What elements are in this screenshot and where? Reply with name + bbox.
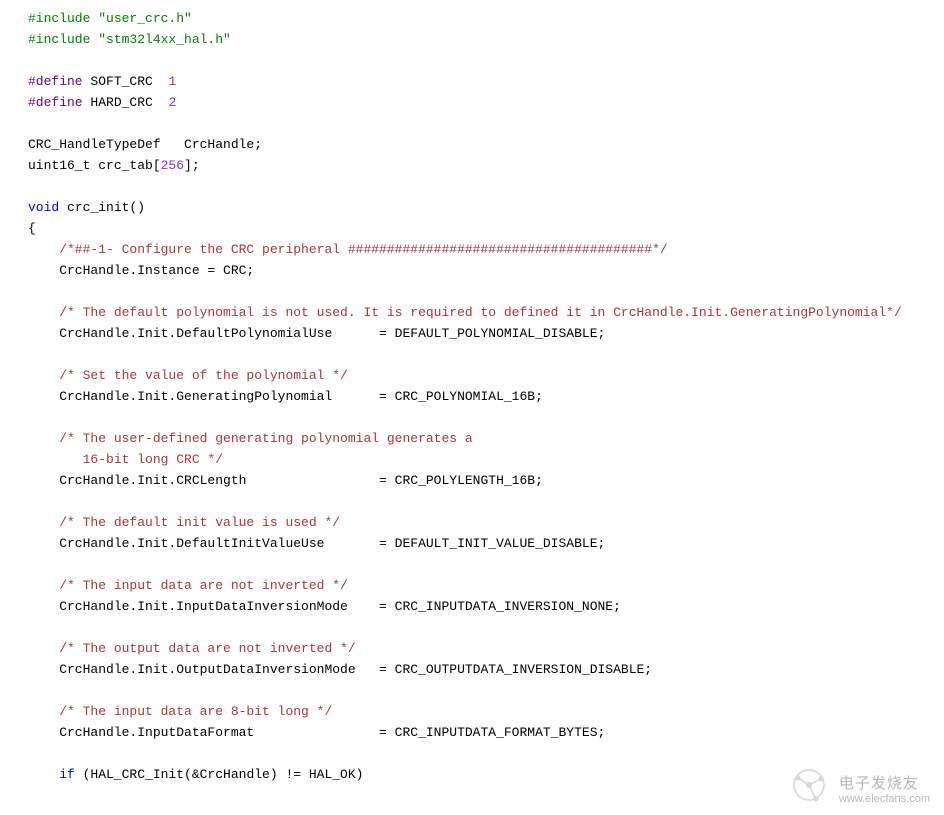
include-directive: #include	[28, 11, 98, 26]
statement: CrcHandle.Init.CRCLength = CRC_POLYLENGT…	[28, 473, 543, 488]
if-condition: (HAL_CRC_Init(&CrcHandle) != HAL_OK)	[75, 767, 364, 782]
watermark-title: 电子发烧友	[839, 776, 930, 793]
comment: /*##-1- Configure the CRC peripheral ###…	[28, 242, 668, 257]
declaration: uint16_t crc_tab[	[28, 158, 161, 173]
define-value: 1	[168, 74, 176, 89]
define-name: SOFT_CRC	[83, 74, 169, 89]
statement: CrcHandle.Init.OutputDataInversionMode =…	[28, 662, 652, 677]
comment: /* The default init value is used */	[28, 515, 340, 530]
declaration: CRC_HandleTypeDef CrcHandle;	[28, 137, 262, 152]
define-name: HARD_CRC	[83, 95, 169, 110]
function-signature: crc_init()	[59, 200, 145, 215]
statement: CrcHandle.Init.DefaultInitValueUse = DEF…	[28, 536, 605, 551]
comment: /* The input data are not inverted */	[28, 578, 348, 593]
include-header: "stm32l4xx_hal.h"	[98, 32, 231, 47]
comment: /* The output data are not inverted */	[28, 641, 356, 656]
include-header: "user_crc.h"	[98, 11, 192, 26]
statement: CrcHandle.Init.GeneratingPolynomial = CR…	[28, 389, 543, 404]
define-directive: #define	[28, 74, 83, 89]
statement: CrcHandle.Init.DefaultPolynomialUse = DE…	[28, 326, 605, 341]
comment: 16-bit long CRC */	[28, 452, 223, 467]
statement: CrcHandle.Init.InputDataInversionMode = …	[28, 599, 621, 614]
keyword-if: if	[28, 767, 75, 782]
comment: /* The default polynomial is not used. I…	[28, 305, 902, 320]
define-directive: #define	[28, 95, 83, 110]
comment: /* The input data are 8-bit long */	[28, 704, 332, 719]
watermark-url: www.elecfans.com	[839, 793, 930, 805]
brace-open: {	[28, 221, 36, 236]
logo-icon	[789, 765, 829, 805]
code-block: #include "user_crc.h" #include "stm32l4x…	[28, 8, 944, 785]
include-directive: #include	[28, 32, 98, 47]
array-size: 256	[161, 158, 184, 173]
comment: /* The user-defined generating polynomia…	[28, 431, 473, 446]
keyword-void: void	[28, 200, 59, 215]
define-value: 2	[168, 95, 176, 110]
watermark: 电子发烧友 www.elecfans.com	[789, 765, 930, 805]
statement: CrcHandle.Instance = CRC;	[28, 263, 254, 278]
comment: /* Set the value of the polynomial */	[28, 368, 348, 383]
statement: CrcHandle.InputDataFormat = CRC_INPUTDAT…	[28, 725, 605, 740]
declaration: ];	[184, 158, 200, 173]
